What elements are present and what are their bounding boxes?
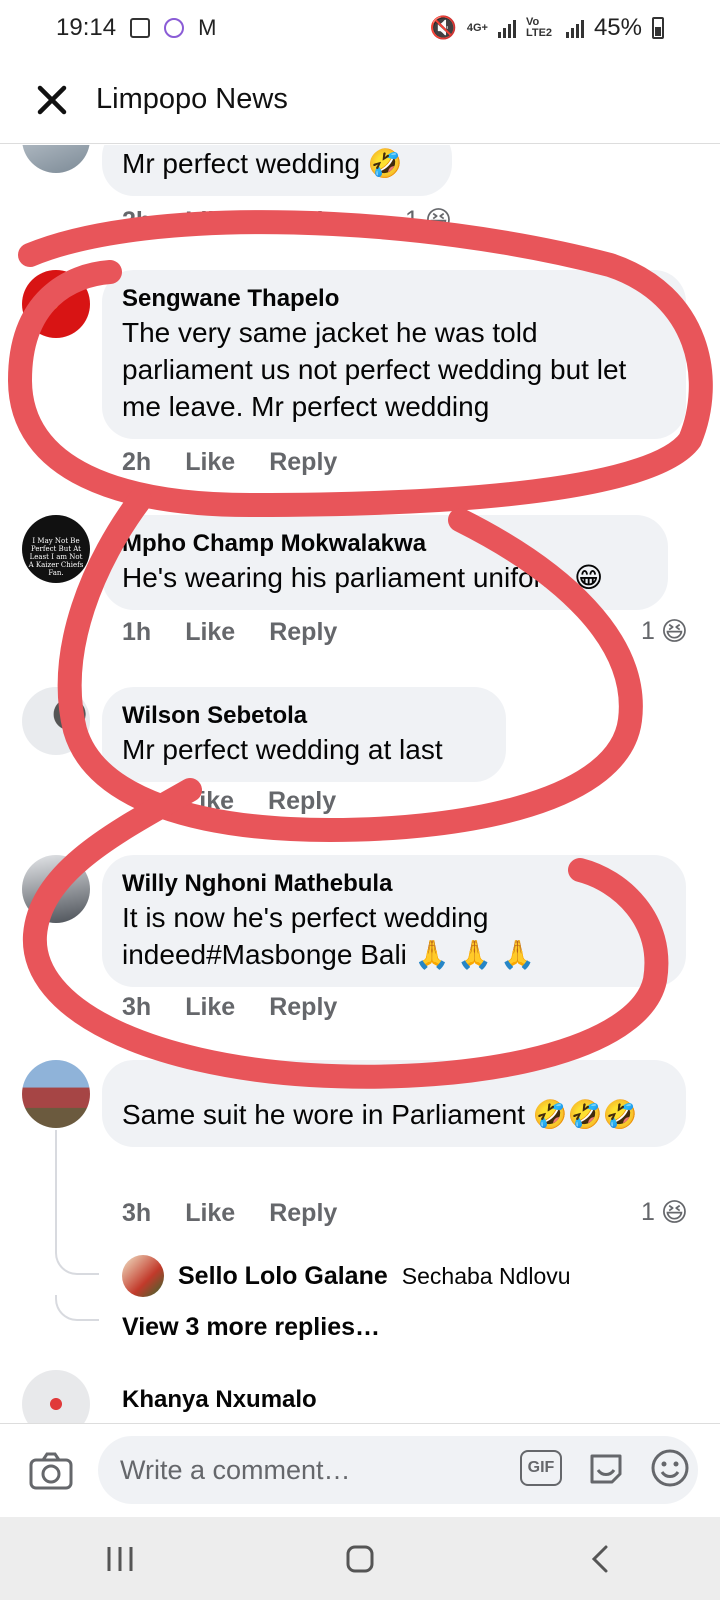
- gallery-notification-icon: [130, 18, 151, 38]
- comment-time: 1h: [122, 618, 152, 646]
- reply-author[interactable]: Sello Lolo Galane: [178, 1262, 388, 1291]
- avatar[interactable]: [22, 1370, 90, 1423]
- reply-button[interactable]: Reply: [269, 207, 337, 236]
- avatar[interactable]: [22, 687, 90, 755]
- like-button[interactable]: Like: [184, 787, 234, 816]
- comment-actions: Like Reply: [122, 787, 336, 816]
- comment-actions: 1h Like Reply: [122, 618, 337, 647]
- mute-icon: 🔇: [429, 15, 457, 40]
- thread-connector: [55, 1249, 99, 1275]
- home-button[interactable]: [320, 1529, 400, 1589]
- like-button[interactable]: Like: [185, 618, 235, 647]
- thread-connector: [55, 1295, 99, 1321]
- reply-button[interactable]: Reply: [269, 1199, 337, 1228]
- network-type: 4G+: [466, 21, 488, 34]
- reply-button[interactable]: Reply: [269, 448, 337, 477]
- like-button[interactable]: Like: [185, 993, 235, 1022]
- comments-feed[interactable]: Mr perfect wedding 🤣 2h Like Reply 1 😆 S…: [0, 145, 720, 1423]
- comment-text: The very same jacket he was told parliam…: [122, 317, 627, 422]
- comment-actions: 3h Like Reply: [122, 1199, 337, 1228]
- comment-time: [122, 787, 150, 816]
- emoji-icon[interactable]: [650, 1448, 690, 1488]
- reply-button[interactable]: Reply: [268, 787, 336, 816]
- comment-time: 3h: [122, 1199, 152, 1227]
- avatar[interactable]: [22, 270, 90, 338]
- comment-time: 3h: [122, 993, 152, 1021]
- camera-button[interactable]: [26, 1446, 76, 1496]
- comment-bubble[interactable]: Same suit he wore in Parliament 🤣🤣🤣: [102, 1060, 686, 1147]
- page-title: Limpopo News: [96, 83, 288, 115]
- volte-label: Vo LTE2: [525, 16, 553, 39]
- comment-bubble[interactable]: Willy Nghoni Mathebula It is now he's pe…: [102, 855, 686, 987]
- avatar-badge-text: I May Not Be Perfect But At Least I am N…: [28, 537, 84, 577]
- back-icon: [591, 1545, 608, 1572]
- reply-mention: Sechaba Ndlovu: [401, 1262, 571, 1289]
- like-button[interactable]: Like: [185, 448, 235, 477]
- system-navigation-bar: [0, 1517, 720, 1600]
- reply-button[interactable]: Reply: [269, 993, 337, 1022]
- home-icon: [346, 1545, 374, 1572]
- comment-bubble[interactable]: Mpho Champ Mokwalakwa He's wearing his p…: [102, 515, 668, 610]
- comment-composer: GIF: [0, 1423, 720, 1517]
- comment-actions: 2h Like Reply: [122, 448, 337, 477]
- comment-bubble[interactable]: Sengwane Thapelo The very same jacket he…: [102, 270, 686, 439]
- comment-time: 2h: [122, 207, 152, 235]
- reply-button[interactable]: Reply: [269, 618, 337, 647]
- reaction-count[interactable]: 1 😆: [641, 1197, 688, 1228]
- comment-text: Same suit he wore in Parliament 🤣🤣🤣: [122, 1099, 638, 1130]
- comment-text: It is now he's perfect wedding indeed#Ma…: [122, 902, 535, 970]
- comment-actions: 2h Like Reply: [122, 207, 337, 236]
- gmail-notification-icon: M: [198, 15, 217, 40]
- comment-text: He's wearing his parliament uniform 😁: [122, 562, 604, 593]
- avatar[interactable]: [22, 145, 90, 173]
- avatar[interactable]: [22, 855, 90, 923]
- haha-reaction-icon: 😆: [424, 205, 452, 235]
- comment-bubble[interactable]: Mr perfect wedding 🤣: [102, 145, 452, 196]
- comment-author[interactable]: Wilson Sebetola: [122, 701, 486, 731]
- battery-icon: [652, 17, 664, 39]
- close-button[interactable]: [22, 70, 82, 130]
- sticker-icon[interactable]: [586, 1448, 626, 1488]
- status-bar: 19:14 M 🔇 4G+ Vo LTE2 45%: [0, 0, 720, 56]
- comment-author[interactable]: Khanya Nxumalo: [122, 1385, 317, 1415]
- avatar[interactable]: [22, 1060, 90, 1128]
- comment-text: Mr perfect wedding 🤣: [122, 148, 403, 179]
- avatar: [122, 1255, 164, 1297]
- comment-time: 2h: [122, 448, 152, 476]
- gif-button[interactable]: GIF: [520, 1450, 562, 1486]
- battery-percent: 45%: [593, 14, 642, 41]
- like-button[interactable]: Like: [185, 1199, 235, 1228]
- comment-author[interactable]: Mpho Champ Mokwalakwa: [122, 529, 648, 559]
- close-icon: [37, 85, 67, 114]
- signal-icon-2: [565, 18, 584, 38]
- recent-apps-button[interactable]: [80, 1529, 160, 1589]
- composer-actions: GIF: [520, 1448, 690, 1488]
- view-more-replies[interactable]: View 3 more replies…: [122, 1313, 380, 1342]
- haha-reaction-icon: 😆: [660, 1197, 688, 1227]
- comment-text: Mr perfect wedding at last: [122, 734, 443, 765]
- reaction-count[interactable]: 1 😆: [405, 205, 452, 236]
- haha-reaction-icon: 😆: [660, 616, 688, 646]
- reaction-count[interactable]: 1 😆: [641, 616, 688, 647]
- clock: 19:14: [56, 14, 117, 41]
- comment-author[interactable]: Sengwane Thapelo: [122, 284, 666, 314]
- signal-icon: [497, 18, 516, 38]
- like-button[interactable]: Like: [185, 207, 235, 236]
- recent-apps-icon: [107, 1546, 133, 1571]
- back-button[interactable]: [560, 1529, 640, 1589]
- messenger-notification-icon: [164, 18, 185, 38]
- thread-line: [55, 1130, 57, 1250]
- comment-actions: 3h Like Reply: [122, 993, 337, 1022]
- reply-preview[interactable]: Sello Lolo Galane Sechaba Ndlovu: [122, 1255, 571, 1297]
- camera-icon: [29, 1452, 73, 1489]
- comment-bubble[interactable]: Wilson Sebetola Mr perfect wedding at la…: [102, 687, 506, 782]
- avatar[interactable]: I May Not Be Perfect But At Least I am N…: [22, 515, 90, 583]
- top-app-bar: Limpopo News: [0, 56, 720, 144]
- comment-author[interactable]: Willy Nghoni Mathebula: [122, 869, 666, 899]
